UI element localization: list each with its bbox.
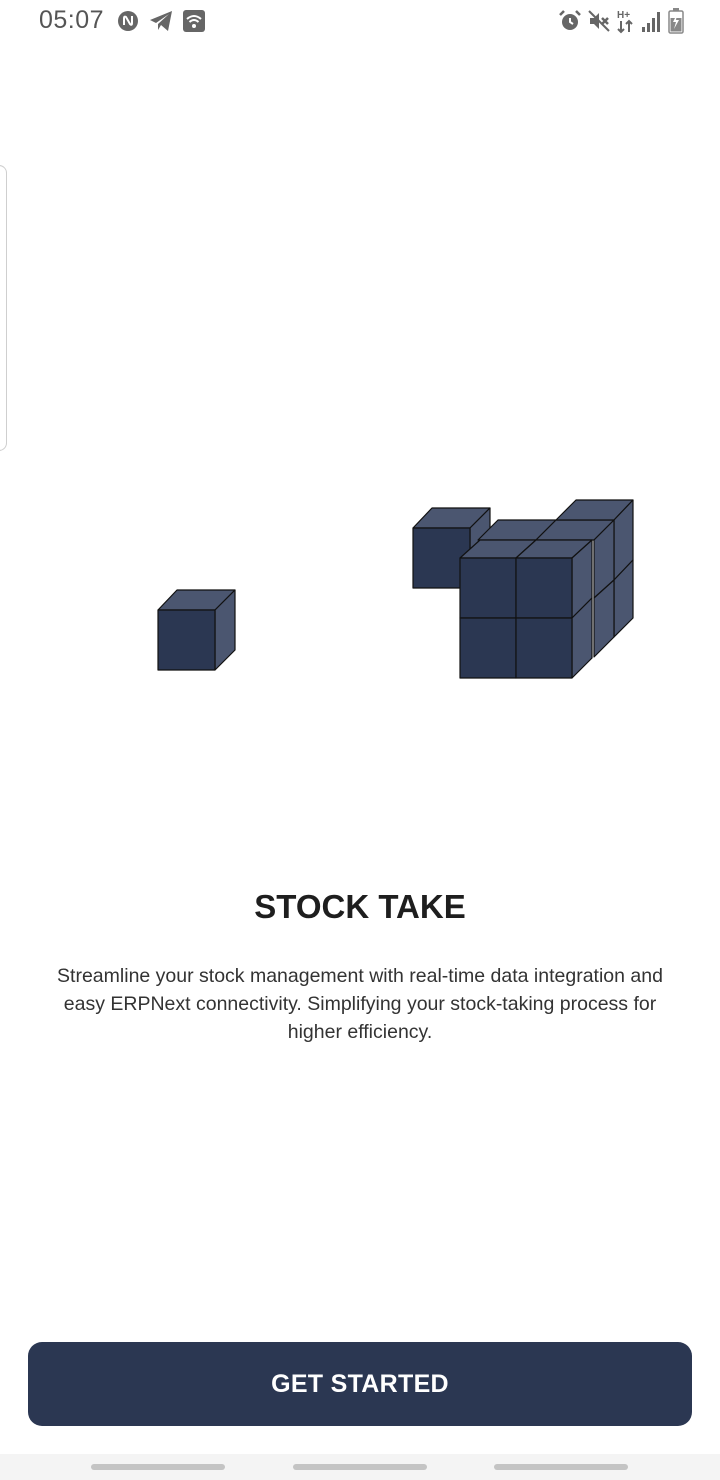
svg-text:H+: H+ (617, 10, 630, 21)
onboarding-description: Streamline your stock management with re… (57, 965, 663, 1043)
side-panel-handle[interactable] (0, 165, 7, 451)
nav-home-button[interactable] (293, 1464, 427, 1470)
battery-charging-icon (668, 8, 684, 34)
nav-back-button[interactable] (494, 1464, 628, 1470)
telegram-icon (150, 11, 172, 31)
status-left-icons (117, 10, 205, 32)
network-hplus-icon: H+ (617, 10, 633, 34)
get-started-button[interactable]: GET STARTED (28, 1342, 692, 1426)
front-cubes (459, 539, 593, 679)
signal-icon (642, 12, 660, 32)
single-cube (157, 589, 236, 671)
stock-boxes-illustration (157, 499, 634, 679)
navigation-bar (0, 1454, 720, 1480)
alarm-icon (559, 10, 581, 30)
status-bar: 05:07 H+ (0, 0, 720, 44)
nav-recent-apps-button[interactable] (91, 1464, 225, 1470)
nfc-icon (118, 11, 138, 31)
status-time: 05:07 (39, 6, 105, 34)
mute-icon (588, 10, 610, 32)
wifi-call-icon (183, 10, 205, 32)
onboarding-title: STOCK TAKE (254, 888, 466, 925)
status-right-icons: H+ (558, 8, 684, 34)
